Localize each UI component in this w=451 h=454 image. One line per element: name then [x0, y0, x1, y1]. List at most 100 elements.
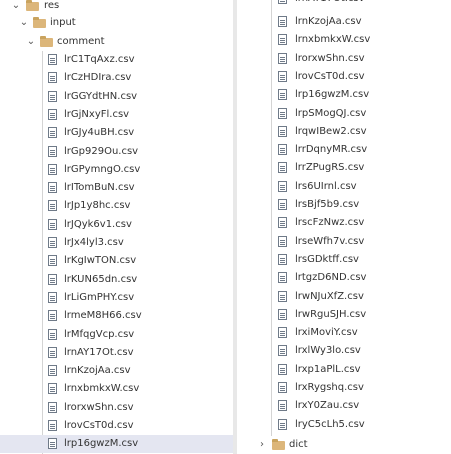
csv-file-icon [278, 180, 287, 192]
chevron-down-icon[interactable]: ⌄ [19, 14, 29, 32]
tree-file[interactable]: lrITomBuN.csv [0, 179, 233, 197]
tree-file[interactable]: lrGPymngO.csv [0, 161, 233, 179]
file-label: lrnxbmkxW.csv [295, 34, 371, 46]
file-label: lrxlWy3lo.csv [295, 345, 361, 357]
csv-file-icon [278, 107, 287, 119]
tree-file[interactable]: lrKgIwTON.csv [0, 252, 233, 270]
file-label: lrs6UIrnl.csv [295, 180, 357, 192]
tree-file[interactable]: lrpSMogQJ.csv [237, 105, 451, 123]
tree-folder-res[interactable]: ⌄ res [0, 0, 233, 15]
file-label: lrovCsT0d.csv [64, 420, 134, 431]
csv-file-icon [48, 438, 57, 450]
tree-file[interactable]: lrsGDktff.csv [237, 251, 451, 269]
file-label: lrJp1y8hc.csv [64, 200, 131, 212]
file-label: lrCzHDIra.csv [64, 72, 132, 84]
chevron-right-icon[interactable]: › [257, 436, 267, 454]
tree-file[interactable]: lrxRygshq.csv [237, 379, 451, 397]
tree-file[interactable]: lrGjNxyFl.csv [0, 106, 233, 124]
folder-label: comment [57, 36, 105, 47]
tree-file[interactable]: lrnxbmkxW.csv [0, 380, 233, 398]
tree-file[interactable]: lrLiGmPHY.csv [0, 289, 233, 307]
tree-file[interactable]: lrwNJuXfZ.csv [237, 288, 451, 306]
tree-folder-input[interactable]: ⌄ input [0, 14, 233, 32]
tree-file[interactable]: lrnKzojAa.csv [0, 362, 233, 380]
tree-file[interactable]: lrxiMoviY.csv [237, 324, 451, 342]
tree-file[interactable]: lrCzHDIra.csv [0, 69, 233, 87]
tree-file[interactable]: lrp16gwzM.csv [237, 86, 451, 104]
csv-file-icon [48, 163, 57, 175]
tree-file[interactable]: lrxlWy3lo.csv [237, 342, 451, 360]
tree-file[interactable]: lrrZPugRS.csv [237, 159, 451, 177]
csv-file-icon [278, 418, 287, 430]
tree-file[interactable]: lrJx4lyl3.csv [0, 234, 233, 252]
file-label: lrmeM8H66.csv [64, 310, 142, 322]
file-label: lrrDqnyMR.csv [295, 144, 368, 156]
tree-file[interactable]: lrnAY17Ot.csv [237, 0, 451, 8]
tree-file[interactable]: lrovCsT0d.csv [237, 68, 451, 86]
tree-file[interactable]: lryC5cLh5.csv [237, 416, 451, 434]
tree-file[interactable]: lrscFzNwz.csv [237, 214, 451, 232]
tree-file[interactable]: lrMfqgVcp.csv [0, 326, 233, 344]
file-label: lrnKzojAa.csv [295, 16, 362, 27]
tree-file[interactable]: lrwRguSJH.csv [237, 306, 451, 324]
file-label: lrnAY17Ot.csv [295, 0, 365, 8]
csv-file-icon [278, 217, 287, 229]
csv-file-icon [48, 273, 57, 285]
file-label: lrJQyk6v1.csv [64, 218, 132, 230]
csv-file-icon [48, 291, 57, 303]
csv-file-icon [48, 401, 57, 413]
file-label: lrGJy4uBH.csv [64, 127, 135, 139]
file-label: lrKgIwTON.csv [64, 255, 137, 267]
tree-file[interactable]: lrJp1y8hc.csv [0, 197, 233, 215]
tree-file[interactable]: lrqwIBew2.csv [237, 123, 451, 141]
csv-file-icon [278, 382, 287, 393]
file-label: lrsBjf5b9.csv [295, 199, 360, 210]
tree-file[interactable]: lrmeM8H66.csv [0, 307, 233, 325]
tree-file[interactable]: lrnKzojAa.csv [237, 13, 451, 31]
tree-file[interactable]: lrJQyk6v1.csv [0, 216, 233, 234]
tree-folder-dict[interactable]: › dict [237, 436, 451, 454]
tree-file[interactable]: lrp16gwzM.csv [0, 435, 233, 454]
chevron-down-icon[interactable]: ⌄ [26, 33, 36, 51]
file-label: lrnKzojAa.csv [64, 365, 131, 377]
folder-icon [272, 439, 285, 450]
csv-file-icon [48, 145, 57, 157]
csv-file-icon [48, 420, 57, 431]
folder-label: dict [289, 439, 308, 450]
tree-file[interactable]: lrnAY17Ot.csv [0, 344, 233, 362]
file-label: lrGGYdtHN.csv [64, 90, 138, 102]
csv-file-icon [278, 272, 287, 284]
tree-file[interactable]: lrGGYdtHN.csv [0, 88, 233, 106]
tree-file[interactable]: lrxY0Zau.csv [237, 397, 451, 415]
tree-file[interactable]: lrtgzD6ND.csv [237, 269, 451, 287]
csv-file-icon [278, 34, 287, 46]
file-label: lrxiMoviY.csv [295, 327, 358, 339]
csv-file-icon [48, 328, 57, 340]
tree-file[interactable]: lrseWfh7v.csv [237, 233, 451, 251]
csv-file-icon [48, 383, 57, 395]
file-label: lrwNJuXfZ.csv [295, 290, 364, 302]
tree-file[interactable]: lrs6UIrnl.csv [237, 178, 451, 196]
tree-file[interactable]: lrC1TqAxz.csv [0, 51, 233, 69]
folder-icon [40, 36, 53, 47]
tree-file[interactable]: lrKUN65dn.csv [0, 271, 233, 289]
tree-file[interactable]: lrovCsT0d.csv [0, 417, 233, 435]
file-label: lrpSMogQJ.csv [295, 107, 367, 119]
tree-folder-comment[interactable]: ⌄ comment [0, 33, 233, 51]
tree-file[interactable]: lrxp1aPlL.csv [237, 361, 451, 379]
tree-file[interactable]: lrorxwShn.csv [0, 399, 233, 417]
tree-file[interactable]: lrGp929Ou.csv [0, 143, 233, 161]
csv-file-icon [278, 144, 287, 156]
csv-file-icon [278, 400, 287, 412]
csv-file-icon [48, 310, 57, 322]
file-label: lrMfqgVcp.csv [64, 328, 135, 340]
folder-label: input [50, 17, 76, 28]
tree-file[interactable]: lrorxwShn.csv [237, 50, 451, 68]
tree-file[interactable]: lrrDqnyMR.csv [237, 141, 451, 159]
tree-file[interactable]: lrsBjf5b9.csv [237, 196, 451, 214]
tree-file[interactable]: lrnxbmkxW.csv [237, 31, 451, 49]
file-label: lrrZPugRS.csv [295, 162, 365, 174]
file-label: lrtgzD6ND.csv [295, 272, 367, 284]
chevron-down-icon[interactable]: ⌄ [11, 0, 21, 15]
tree-file[interactable]: lrGJy4uBH.csv [0, 124, 233, 142]
